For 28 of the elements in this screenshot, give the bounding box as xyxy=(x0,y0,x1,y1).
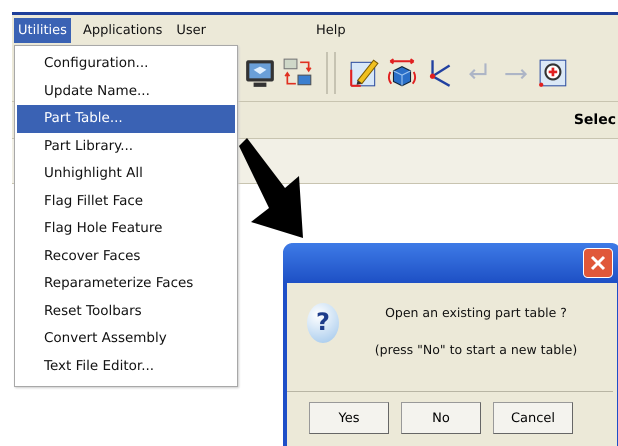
menu-item[interactable]: Flag Fillet Face xyxy=(17,188,235,215)
dialog-button[interactable]: Yes xyxy=(309,402,389,434)
menu-item[interactable]: Part Table... xyxy=(17,105,235,132)
menu-item[interactable]: Configuration... xyxy=(17,50,235,78)
cube-rotate-icon[interactable] xyxy=(386,57,418,89)
menu-item[interactable]: User xyxy=(172,18,210,42)
menu-item[interactable]: Reset Toolbars xyxy=(17,298,235,325)
toolbar-grip xyxy=(326,52,336,94)
dialog-message: Open an existing part table ? xyxy=(385,305,567,320)
pencil-icon[interactable] xyxy=(348,57,380,89)
menu-item[interactable]: Convert Assembly xyxy=(17,325,235,352)
menu-item[interactable]: Unhighlight All xyxy=(17,160,235,188)
menu-item[interactable]: Part Library... xyxy=(17,132,235,160)
status-text: Selec xyxy=(574,112,616,128)
dialog-button[interactable]: Cancel xyxy=(493,402,573,434)
question-icon: ? xyxy=(307,303,339,343)
dialog-hint: (press "No" to start a new table) xyxy=(374,342,578,357)
menu-item[interactable]: Flag Hole Feature xyxy=(17,215,235,242)
close-icon[interactable] xyxy=(583,248,613,278)
menu-item[interactable]: Reparameterize Faces xyxy=(17,270,235,298)
menu-item[interactable]: Text File Editor... xyxy=(17,352,235,380)
menu-item[interactable]: Update Name... xyxy=(17,78,235,105)
monitor-icon[interactable] xyxy=(244,57,276,89)
menu-item[interactable]: Utilities xyxy=(14,18,71,42)
menu-item[interactable]: Recover Faces xyxy=(17,242,235,270)
menu-item[interactable]: Applications xyxy=(78,18,166,42)
menu-item[interactable]: Help xyxy=(312,18,350,42)
dialog-button[interactable]: No xyxy=(401,402,481,434)
